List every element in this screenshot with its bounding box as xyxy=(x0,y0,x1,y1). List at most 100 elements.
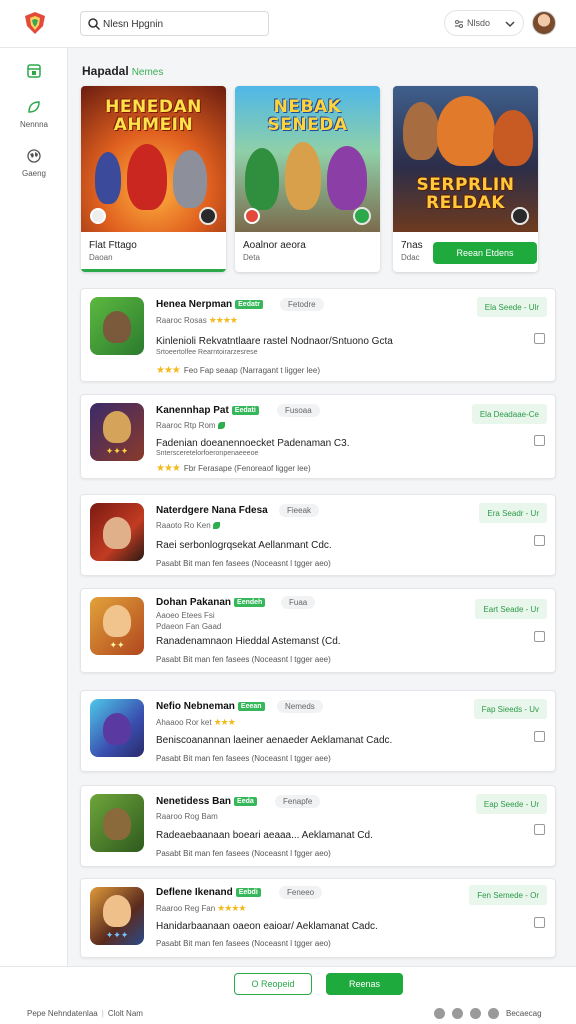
row-action-button[interactable]: Era Seadr - Ur xyxy=(479,503,547,523)
genre-chip[interactable]: Nemeds xyxy=(277,700,323,713)
character-figure xyxy=(493,110,533,166)
game-title-text: Kanennhap Pat xyxy=(156,405,229,416)
featured-card[interactable]: SERPRLIN RELDAK 7nas Ddac Reean Etdens xyxy=(393,86,538,272)
select-checkbox[interactable] xyxy=(534,435,545,446)
game-title-text: Henea Nerpman xyxy=(156,299,233,310)
game-thumbnail xyxy=(90,794,144,852)
row-action-button[interactable]: Fen Semede - Or xyxy=(469,885,547,905)
brand-logo-icon[interactable] xyxy=(22,10,48,36)
game-footer-text: Feo Fap seaap (Narragant t ligger lee) xyxy=(183,366,320,375)
featured-card-sub: Deta xyxy=(243,253,260,262)
select-checkbox[interactable] xyxy=(534,731,545,742)
verified-leaf-icon xyxy=(212,522,220,530)
select-checkbox[interactable] xyxy=(534,824,545,835)
footer-link[interactable]: Clolt Nam xyxy=(108,1009,143,1018)
game-thumbnail-logo-icon: ✦✦ xyxy=(109,641,125,651)
select-checkbox[interactable] xyxy=(534,917,545,928)
genre-chip[interactable]: Feneeo xyxy=(279,886,323,899)
game-thumbnail: ✦✦✦ xyxy=(90,887,144,945)
social-icon[interactable] xyxy=(488,1008,499,1019)
featured-card-name: 7nas xyxy=(401,240,423,251)
featured-card[interactable]: NEBAK SENEDA Aoalnor aeora Deta xyxy=(235,86,380,272)
select-checkbox[interactable] xyxy=(534,631,545,642)
character-figure xyxy=(437,96,495,166)
featured-card-button[interactable]: Reean Etdens xyxy=(433,242,537,264)
character-figure xyxy=(285,142,321,210)
sidebar-item-home[interactable] xyxy=(0,63,68,79)
game-title-text: Deflene Ikenand xyxy=(156,887,233,898)
search-icon xyxy=(88,18,101,31)
game-meta-text: Raaroc Rosas xyxy=(156,316,207,325)
character-figure xyxy=(103,411,131,443)
game-meta-text: Raaroo Rog Bam xyxy=(156,812,218,821)
account-menu-label: Nlsdo xyxy=(467,18,491,28)
search-box[interactable] xyxy=(80,11,269,36)
featured-card-name: Aoalnor aeora xyxy=(243,240,306,251)
row-action-button[interactable]: Eap Seede - Ur xyxy=(475,794,547,814)
game-title: Nefio Nebneman Eeean xyxy=(156,701,265,712)
character-figure xyxy=(103,517,131,549)
sidebar-item-news[interactable]: Nennna xyxy=(0,99,68,129)
row-action-button[interactable]: Eart Seade - Ur xyxy=(475,599,547,619)
chevron-down-icon xyxy=(505,21,515,28)
game-footer-text: Fbr Ferasape (Fenoreaof ligger lee) xyxy=(183,464,311,473)
genre-chip[interactable]: Fusoaa xyxy=(277,404,320,417)
select-checkbox[interactable] xyxy=(534,535,545,546)
social-icon[interactable] xyxy=(470,1008,481,1019)
genre-chip[interactable]: Fetodre xyxy=(280,298,324,311)
list-item[interactable]: ✦✦✦ Kanennhap Pat Eedati Fusoaa Ela Deada… xyxy=(80,394,556,479)
social-icon[interactable] xyxy=(452,1008,463,1019)
list-item[interactable]: Nenetidess Ban Eeda Fenapfe Eap Seede - U… xyxy=(80,785,556,867)
globe-icon xyxy=(27,149,41,163)
featured-card-name: Flat Fttago xyxy=(89,240,137,251)
social-icon[interactable] xyxy=(434,1008,445,1019)
game-title-text: Nenetidess Ban xyxy=(156,796,232,807)
featured-card[interactable]: HENEDAN AHMEIN Flat Fttago Daoan xyxy=(81,86,226,272)
character-figure xyxy=(103,311,131,343)
game-footer-text: Pasabt Bit man fen fasees (Noceasnt l tg… xyxy=(156,939,331,948)
row-action-button[interactable]: Fap Sieeds - Uv xyxy=(473,699,547,719)
genre-chip[interactable]: Fenapfe xyxy=(275,795,321,808)
footer-right-label[interactable]: Becaecag xyxy=(506,1009,542,1018)
account-menu[interactable]: Nlsdo xyxy=(444,10,524,36)
game-title-text: Dohan Pakanan xyxy=(156,597,232,608)
star-rating-icon: ★★★ xyxy=(156,463,181,474)
sidebar-item-games[interactable]: Gaeng xyxy=(0,148,68,178)
section-title-accent: Nemes xyxy=(131,67,164,78)
search-input[interactable] xyxy=(103,15,263,33)
secondary-button[interactable]: O Reopeid xyxy=(234,973,312,995)
section-title-text: Hapadal xyxy=(82,64,129,78)
footer-link[interactable]: Pepe Nehndatenlaa xyxy=(27,1009,98,1018)
game-title: Nenetidess Ban Eeda xyxy=(156,796,257,807)
featured-card-art-title: SERPRLIN RELDAK xyxy=(416,175,515,213)
game-footer-text: Pasabt Bit man fen fasees (Noceasnt l tg… xyxy=(156,559,331,568)
list-item[interactable]: ✦✦✦ Deflene Ikenand Eebdi Feneeo Fen Seme… xyxy=(80,878,556,958)
list-item[interactable]: Henea Nerpman Eedatr Fetodre Ela Seede - … xyxy=(80,288,556,382)
game-meta-text: Aaoeo Etees Fsi xyxy=(156,611,215,620)
leaf-icon xyxy=(28,101,40,113)
game-meta: Raaroo Rog Bam xyxy=(156,812,218,821)
list-item[interactable]: ✦✦ Dohan Pakanan Eendeh Fuaa Eart Seade -… xyxy=(80,588,556,673)
list-item[interactable]: Nefio Nebneman Eeean Nemeds Fap Sieeds - … xyxy=(80,690,556,772)
featured-card-active-bar xyxy=(81,269,226,272)
game-footer: ★★★ Feo Fap seaap (Narragant t ligger lee… xyxy=(156,365,320,376)
featured-card-art: NEBAK SENEDA xyxy=(235,86,380,232)
character-figure xyxy=(173,150,207,208)
select-checkbox[interactable] xyxy=(534,333,545,344)
row-action-button[interactable]: Ela Seede - Ulr xyxy=(476,297,547,317)
game-meta: Ahaaoo Ror ket ★★★ xyxy=(156,717,236,728)
genre-chip[interactable]: Fuaa xyxy=(281,596,316,609)
avatar[interactable] xyxy=(532,11,556,35)
game-title: Kanennhap Pat Eedati xyxy=(156,405,259,416)
primary-button[interactable]: Reenas xyxy=(326,973,403,995)
game-footer-text: Pasabt Bit man fen fasees (Noceasnt l tg… xyxy=(156,754,331,763)
rating-badge-icon xyxy=(353,207,371,225)
game-footer: Pasabt Bit man fen fasees (Noceasnt l tg… xyxy=(156,655,331,664)
featured-card-sub: Daoan xyxy=(89,253,113,262)
star-rating-icon: ★★★ xyxy=(156,365,181,376)
genre-chip[interactable]: Fieeak xyxy=(279,504,320,517)
row-action-button[interactable]: Ela Deadaae-Ce xyxy=(471,404,547,424)
list-item[interactable]: Naterdgere Nana Fdesa Fieeak Era Seadr -… xyxy=(80,494,556,576)
game-description: Kinlenioli Rekvatntlaare rastel Nodnaor/… xyxy=(156,336,393,347)
sidebar-item-label: Nennna xyxy=(19,120,49,129)
